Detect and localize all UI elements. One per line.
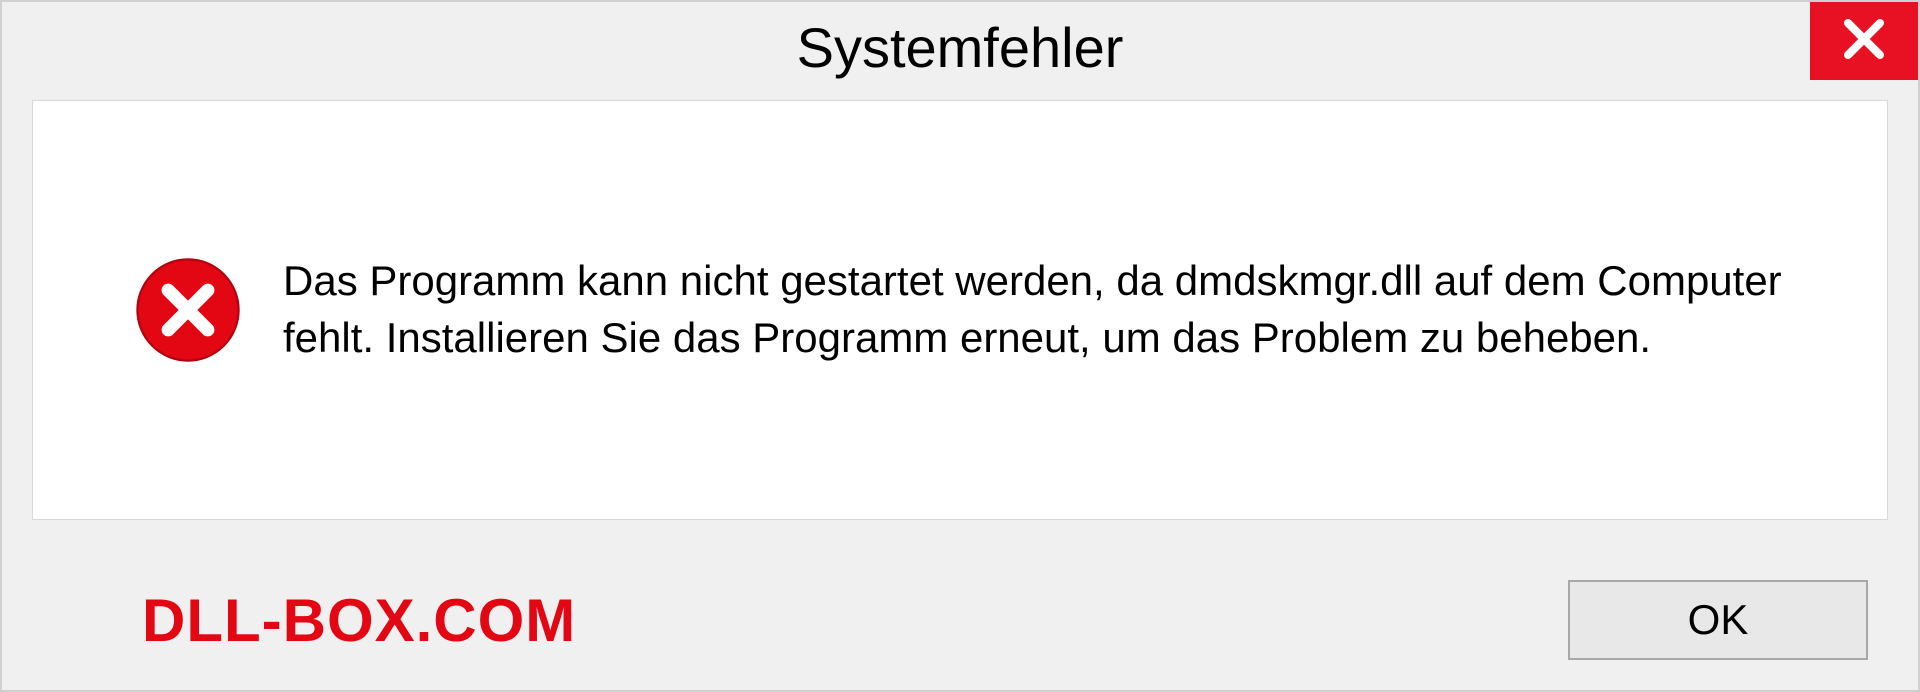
- dialog-title: Systemfehler: [797, 15, 1124, 80]
- content-area: Das Programm kann nicht gestartet werden…: [32, 100, 1888, 520]
- close-button[interactable]: [1810, 2, 1918, 80]
- error-dialog: Systemfehler Das Programm kann nicht ges…: [0, 0, 1920, 692]
- ok-button[interactable]: OK: [1568, 580, 1868, 660]
- error-message: Das Programm kann nicht gestartet werden…: [283, 253, 1867, 366]
- error-icon: [133, 255, 243, 365]
- watermark-text: DLL-BOX.COM: [142, 586, 576, 655]
- dialog-footer: DLL-BOX.COM OK: [2, 550, 1918, 690]
- titlebar: Systemfehler: [2, 2, 1918, 92]
- close-icon: [1840, 15, 1888, 68]
